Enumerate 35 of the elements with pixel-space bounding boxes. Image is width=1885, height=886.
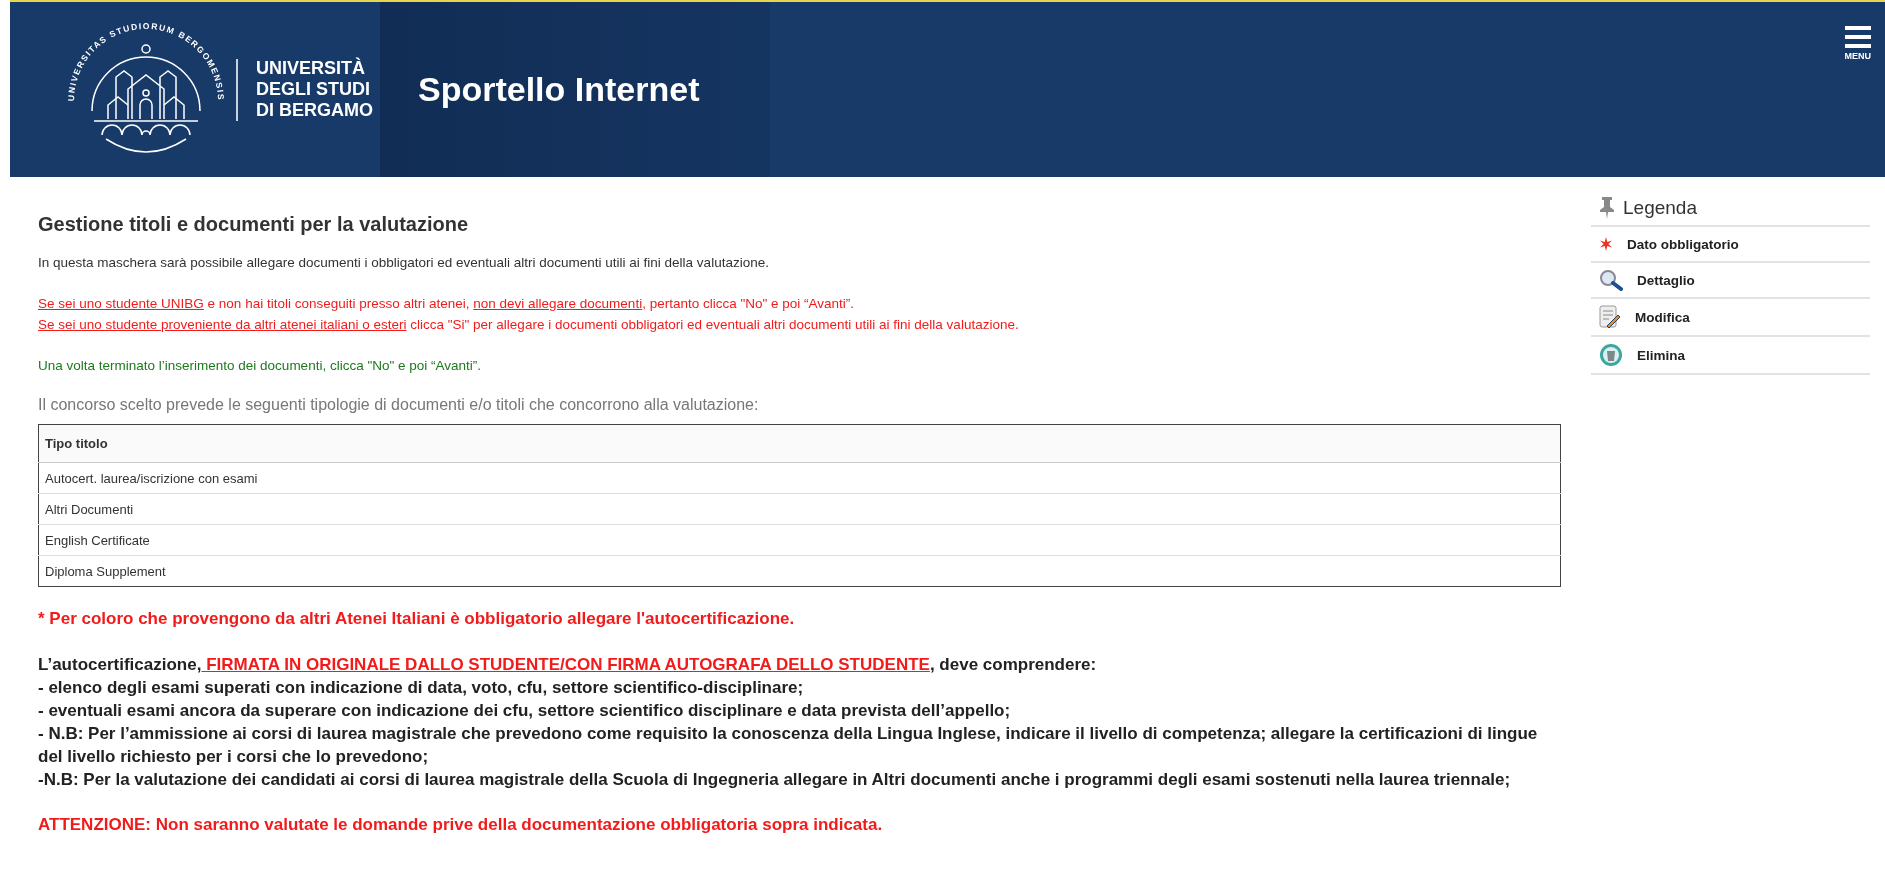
requirement-item: - elenco degli esami superati con indicazione di data, voto, cfu, settore scientifico-disciplinare;	[38, 677, 805, 699]
pin-icon	[1599, 197, 1615, 219]
trash-bin-icon	[1599, 343, 1623, 367]
university-name: UNIVERSITÀ DEGLI STUDI DI BERGAMO	[256, 58, 373, 121]
intro-text: In questa maschera sarà possibile allegare documenti i obbligatori ed eventuali altri documenti utili ai fini della valutazione.	[38, 254, 770, 272]
legend-label: Dettaglio	[1637, 272, 1695, 288]
done-note: Una volta terminato l’inserimento dei documenti, clicca "No" e poi “Avanti”.	[38, 357, 483, 375]
menu-button[interactable]: MENU	[1842, 24, 1873, 63]
notice-text: Se sei uno studente proveniente da altri atenei italiani o esteri clicca "Si" per allegare i documenti obbligatori ed eventuali altri documenti utili ai fini della valutazione.	[38, 316, 1020, 334]
legend-label: Elimina	[1637, 347, 1685, 363]
table-cell: Autocert. laurea/iscrizione con esami	[38, 462, 1561, 494]
table-cell: English Certificate	[38, 524, 1561, 556]
table-cell: Altri Documenti	[38, 493, 1561, 525]
legend-title: Legenda	[1623, 197, 1697, 219]
notice-link[interactable]: Se sei uno studente UNIBG	[38, 296, 204, 311]
menu-icon	[1844, 26, 1871, 48]
asterisk-icon	[1599, 237, 1613, 251]
warning-text: ATTENZIONE: Non saranno valutate le domande prive della documentazione obbligatoria sopra indicata.	[38, 814, 884, 836]
app-title: Sportello Internet	[418, 70, 700, 109]
page-title: Gestione titoli e documenti per la valutazione	[38, 213, 470, 236]
autocert-text: L’autocertificazione, FIRMATA IN ORIGINALE DALLO STUDENTE/CON FIRMA AUTOGRAFA DELLO STUDENTE, deve comprendere:	[38, 654, 1098, 676]
signature-link[interactable]: FIRMATA IN ORIGINALE DALLO STUDENTE/CON FIRMA AUTOGRAFA DELLO STUDENTE	[201, 655, 930, 674]
required-note: * Per coloro che provengono da altri Atenei Italiani è obbligatorio allegare l'autocertificazione.	[38, 608, 796, 630]
legend-label: Modifica	[1635, 309, 1690, 325]
magnifier-icon	[1599, 269, 1623, 291]
legend-label: Dato obbligatorio	[1627, 236, 1739, 252]
requirement-item: -N.B: Per la valutazione dei candidati ai corsi di laurea magistrale della Scuola di Ingegneria allegare in Altri documenti anche i programmi degli esami sostenuti nella laurea triennale;	[38, 769, 1512, 791]
types-intro: Il concorso scelto prevede le seguenti tipologie di documenti e/o titoli che concorrono alla valutazione:	[38, 396, 760, 414]
table-cell: Diploma Supplement	[38, 555, 1561, 587]
requirement-item: - eventuali esami ancora da superare con indicazione dei cfu, settore scientifico disciplinare e data prevista dell’appello;	[38, 700, 1012, 722]
notice-text: Se sei uno studente UNIBG e non hai titoli conseguiti presso altri atenei, non devi allegare documenti, pertanto clicca "No" e poi “Avanti”.	[38, 295, 856, 313]
requirement-item: - N.B: Per l’ammissione ai corsi di laurea magistrale che prevedono come requisito la conoscenza della Lingua Inglese, indicare il livello di competenza; allegare la certificazioni di lingue del livello richiesto per i corsi che lo prevedono;	[38, 723, 1539, 768]
edit-document-icon	[1599, 305, 1621, 329]
column-header: Tipo titolo	[38, 424, 1561, 463]
notice-link[interactable]: Se sei uno studente proveniente da altri atenei italiani o esteri	[38, 317, 407, 332]
